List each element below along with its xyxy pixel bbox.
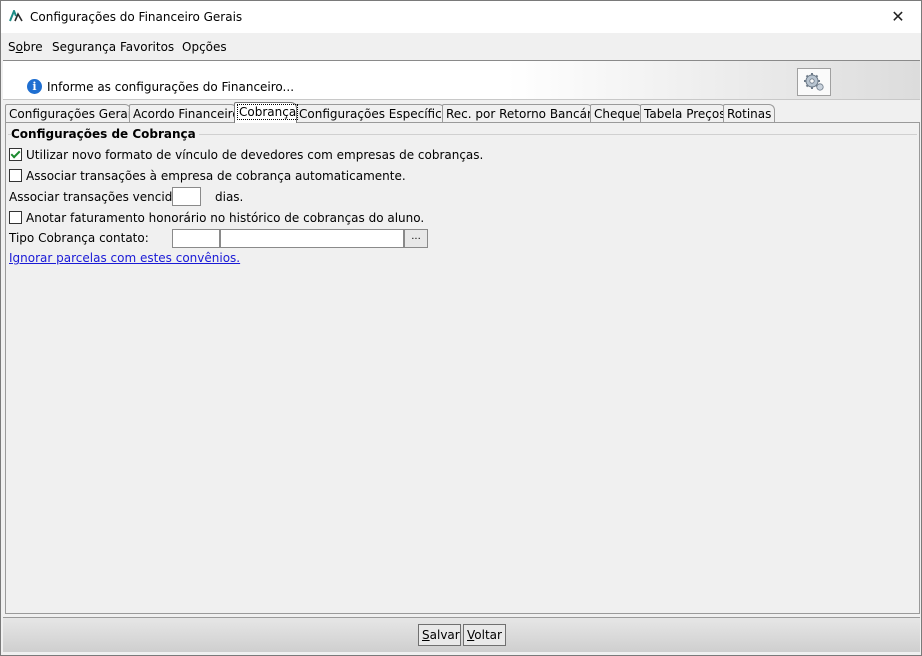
gear-icon [804,73,824,91]
dias-label: dias. [215,190,244,204]
vencidas-days-input[interactable] [172,187,201,206]
window: Configurações do Financeiro Gerais ✕ Sob… [0,0,922,656]
tipo-cobranca-label: Tipo Cobrança contato: [9,231,149,245]
info-icon: i [27,79,42,94]
novo-formato-checkbox[interactable] [9,148,22,161]
tab-rotinas[interactable]: Rotinas [723,104,775,123]
tab-configuracoes-gerais[interactable]: Configurações Gerais [5,104,137,123]
anotar-label: Anotar faturamento honorário no históric… [26,211,425,225]
menu-opcoes[interactable]: Opções [182,40,227,54]
save-button[interactable]: Salvar [418,624,461,646]
associar-label: Associar transações à empresa de cobranç… [26,169,406,183]
app-logo-icon [9,10,23,22]
cobranca-panel: Configurações de Cobrança Utilizar novo … [5,122,920,614]
tab-cobranca[interactable]: Cobrança [234,102,299,123]
tipo-cobranca-code-input[interactable] [172,229,220,248]
close-icon[interactable]: ✕ [875,1,921,33]
tab-acordo-financeiro[interactable]: Acordo Financeiro [129,104,240,123]
tipo-cobranca-browse-button[interactable]: ... [404,229,428,248]
option-novo-formato[interactable]: Utilizar novo formato de vínculo de deve… [9,146,483,164]
menu-favoritos[interactable]: Favoritos [120,40,174,54]
tab-rec-retorno-bancario[interactable]: Rec. por Retorno Bancário [442,104,603,123]
tab-tabela-precos[interactable]: Tabela Preços [640,104,726,123]
group-title: Configurações de Cobrança [11,127,199,141]
novo-formato-label: Utilizar novo formato de vínculo de deve… [26,148,484,162]
info-header: i Informe as configurações do Financeiro… [3,60,920,100]
settings-button[interactable] [797,68,831,96]
option-associar[interactable]: Associar transações à empresa de cobranç… [9,167,406,185]
tab-cheque[interactable]: Cheque [590,104,643,123]
menu-seguranca[interactable]: Segurança [52,40,116,54]
vencidas-row: Associar transações vencidas a [9,188,197,206]
title-bar: Configurações do Financeiro Gerais ✕ [1,1,921,33]
footer-bar: Salvar Voltar [3,617,920,652]
tipo-cobranca-desc-input[interactable] [220,229,404,248]
tab-configuracoes-especificas[interactable]: Configurações Específicas [295,104,455,123]
menu-sobre[interactable]: Sobre [8,40,43,54]
tab-bar: Configurações Gerais Acordo Financeiro C… [5,102,921,123]
menu-bar: Sobre Segurança Favoritos Opções [1,34,921,58]
associar-checkbox[interactable] [9,169,22,182]
vencidas-label: Associar transações vencidas a [9,190,198,204]
ignorar-parcelas-link[interactable]: Ignorar parcelas com estes convênios. [9,249,240,267]
info-text: Informe as configurações do Financeiro..… [47,80,295,94]
window-title: Configurações do Financeiro Gerais [30,10,243,24]
back-button[interactable]: Voltar [463,624,506,646]
option-anotar[interactable]: Anotar faturamento honorário no históric… [9,209,424,227]
anotar-checkbox[interactable] [9,211,22,224]
